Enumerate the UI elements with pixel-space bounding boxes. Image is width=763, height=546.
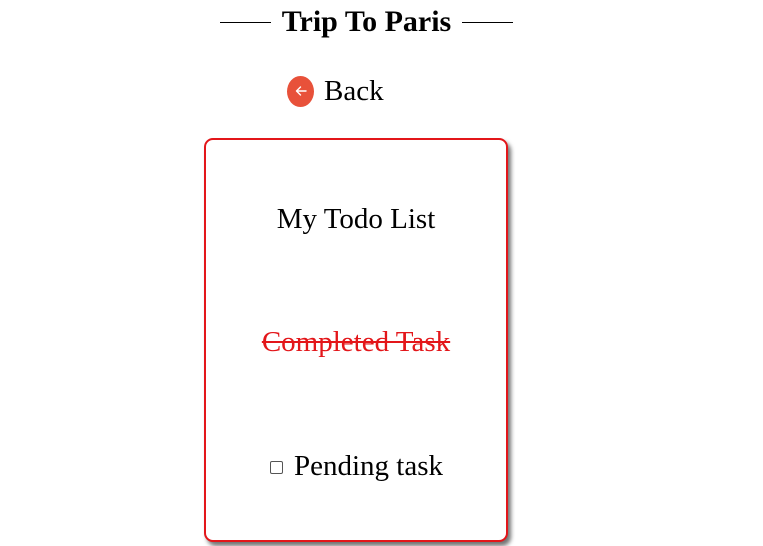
todo-card: My Todo List Completed Task Pending task	[204, 138, 508, 542]
arrow-left-circle-icon[interactable]	[287, 75, 314, 107]
task-label[interactable]: Pending task	[294, 449, 443, 483]
page-header: Trip To Paris	[0, 4, 733, 40]
back-button[interactable]: Back	[287, 74, 384, 108]
task-checkbox[interactable]	[270, 461, 283, 474]
page-title: Trip To Paris	[281, 5, 452, 38]
page: Trip To Paris Back My Todo List Complete…	[0, 0, 763, 546]
task-item-completed[interactable]: Completed Task	[206, 325, 506, 359]
header-rule-left	[219, 21, 271, 23]
header-rule-right	[462, 21, 514, 23]
back-label[interactable]: Back	[324, 74, 384, 108]
arrow-left-icon	[295, 86, 307, 96]
todo-list-title: My Todo List	[276, 203, 436, 235]
task-item-pending[interactable]: Pending task	[270, 449, 443, 483]
